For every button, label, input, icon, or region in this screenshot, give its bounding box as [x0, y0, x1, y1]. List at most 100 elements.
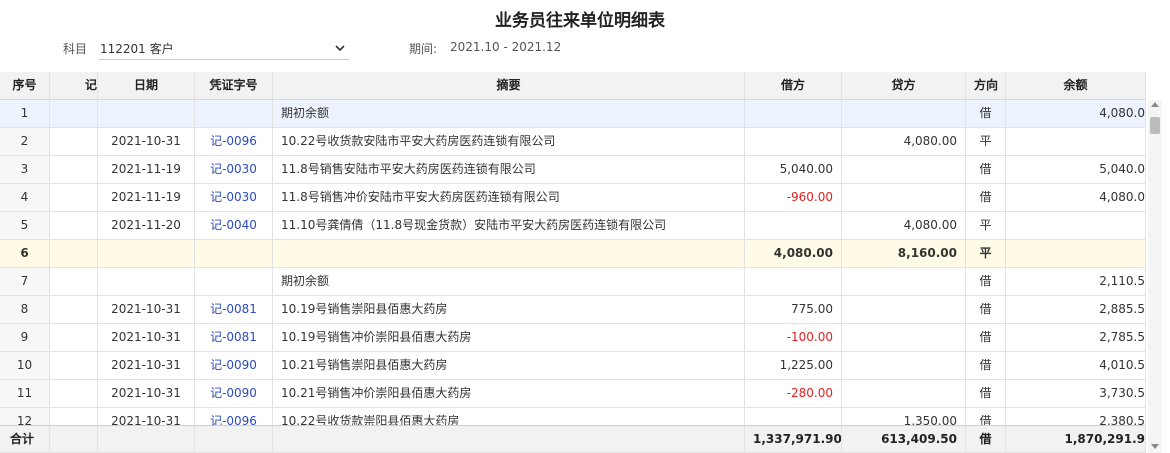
vertical-scrollbar[interactable]	[1148, 100, 1162, 453]
row-credit	[842, 324, 966, 352]
table-row[interactable]: 8 2021-10-31 记-0081 10.19号销售崇阳县佰惠大药房 775.00 借…	[0, 296, 1146, 324]
scroll-thumb[interactable]	[1150, 117, 1160, 134]
subject-label: 科目	[63, 42, 88, 56]
row-hidden	[50, 324, 98, 352]
row-balance	[1006, 240, 1146, 268]
row-voucher[interactable]: 记-0096	[195, 408, 273, 425]
chevron-down-icon	[335, 45, 345, 52]
row-voucher[interactable]: 记-0030	[195, 184, 273, 212]
row-balance: 3,730.5	[1006, 380, 1146, 408]
scroll-down-arrow-icon[interactable]	[1151, 444, 1159, 449]
row-voucher	[195, 240, 273, 268]
table-row[interactable]: 12 2021-10-31 记-0096 10.22号收货款崇阳县佰惠大药房 1,350…	[0, 408, 1146, 425]
row-debit: -100.00	[745, 324, 842, 352]
row-voucher[interactable]: 记-0081	[195, 296, 273, 324]
row-hidden	[50, 268, 98, 296]
table-row[interactable]: 9 2021-10-31 记-0081 10.19号销售冲价崇阳县佰惠大药房 -100.…	[0, 324, 1146, 352]
col-header-hidden[interactable]: 记	[50, 72, 98, 100]
row-voucher[interactable]: 记-0096	[195, 128, 273, 156]
row-summary: 10.22号收货款安陆市平安大药房医药连锁有限公司	[273, 128, 745, 156]
row-voucher[interactable]: 记-0090	[195, 380, 273, 408]
row-seq: 6	[0, 240, 50, 268]
row-hidden	[50, 100, 98, 128]
period-label: 期间:	[409, 42, 438, 56]
row-credit	[842, 184, 966, 212]
row-date: 2021-10-31	[98, 296, 195, 324]
row-voucher[interactable]: 记-0040	[195, 212, 273, 240]
row-credit	[842, 296, 966, 324]
table-row[interactable]: 4 2021-11-19 记-0030 11.8号销售冲价安陆市平安大药房医药连锁有限…	[0, 184, 1146, 212]
row-credit	[842, 352, 966, 380]
row-hidden	[50, 128, 98, 156]
row-credit	[842, 156, 966, 184]
row-hidden	[50, 212, 98, 240]
row-seq: 5	[0, 212, 50, 240]
row-date: 2021-11-19	[98, 156, 195, 184]
row-direction: 借	[966, 408, 1006, 425]
row-seq: 2	[0, 128, 50, 156]
row-seq: 10	[0, 352, 50, 380]
row-balance: 4,080.0	[1006, 100, 1146, 128]
col-header-balance[interactable]: 余额	[1006, 72, 1146, 100]
row-summary: 10.21号销售崇阳县佰惠大药房	[273, 352, 745, 380]
footer-label: 合计	[0, 425, 50, 453]
row-summary: 10.19号销售崇阳县佰惠大药房	[273, 296, 745, 324]
row-seq: 11	[0, 380, 50, 408]
row-hidden	[50, 156, 98, 184]
row-balance: 2,785.5	[1006, 324, 1146, 352]
row-voucher[interactable]: 记-0030	[195, 156, 273, 184]
col-header-direction[interactable]: 方向	[966, 72, 1006, 100]
row-debit	[745, 100, 842, 128]
table-row[interactable]: 11 2021-10-31 记-0090 10.21号销售冲价崇阳县佰惠大药房 -280…	[0, 380, 1146, 408]
period-value: 2021.10 - 2021.12	[450, 40, 562, 54]
table-row[interactable]: 6 4,080.00 8,160.00 平	[0, 240, 1146, 268]
row-direction: 借	[966, 324, 1006, 352]
row-seq: 1	[0, 100, 50, 128]
row-debit: 1,225.00	[745, 352, 842, 380]
col-header-voucher[interactable]: 凭证字号	[195, 72, 273, 100]
scroll-up-arrow-icon[interactable]	[1151, 102, 1159, 107]
row-balance: 4,010.5	[1006, 352, 1146, 380]
footer-direction: 借	[966, 425, 1006, 453]
row-date: 2021-10-31	[98, 352, 195, 380]
row-balance: 5,040.0	[1006, 156, 1146, 184]
row-summary: 10.21号销售冲价崇阳县佰惠大药房	[273, 380, 745, 408]
col-header-summary[interactable]: 摘要	[273, 72, 745, 100]
table-row[interactable]: 5 2021-11-20 记-0040 11.10号龚倩倩（11.8号现金货款）安陆市…	[0, 212, 1146, 240]
col-header-seq[interactable]: 序号	[0, 72, 50, 100]
row-date	[98, 268, 195, 296]
row-direction: 借	[966, 352, 1006, 380]
footer-credit: 613,409.50	[842, 425, 966, 453]
row-seq: 3	[0, 156, 50, 184]
row-credit: 1,350.00	[842, 408, 966, 425]
row-credit	[842, 268, 966, 296]
table-row[interactable]: 2 2021-10-31 记-0096 10.22号收货款安陆市平安大药房医药连锁有限…	[0, 128, 1146, 156]
subject-select-value: 112201 客户	[100, 42, 174, 56]
row-debit	[745, 128, 842, 156]
row-voucher[interactable]: 记-0090	[195, 352, 273, 380]
row-credit: 8,160.00	[842, 240, 966, 268]
table-header: 序号 记 日期 凭证字号 摘要 借方 贷方 方向 余额	[0, 72, 1146, 100]
col-header-debit[interactable]: 借方	[745, 72, 842, 100]
col-header-credit[interactable]: 贷方	[842, 72, 966, 100]
table-row[interactable]: 10 2021-10-31 记-0090 10.21号销售崇阳县佰惠大药房 1,225.…	[0, 352, 1146, 380]
row-summary: 10.19号销售冲价崇阳县佰惠大药房	[273, 324, 745, 352]
row-hidden	[50, 380, 98, 408]
row-date	[98, 240, 195, 268]
row-direction: 平	[966, 212, 1006, 240]
table-row[interactable]: 7 期初余额 借 2,110.5	[0, 268, 1146, 296]
row-voucher[interactable]: 记-0081	[195, 324, 273, 352]
row-seq: 7	[0, 268, 50, 296]
col-header-date[interactable]: 日期	[98, 72, 195, 100]
row-date: 2021-10-31	[98, 408, 195, 425]
subject-select[interactable]: 112201 客户	[99, 36, 349, 60]
row-credit: 4,080.00	[842, 212, 966, 240]
row-debit: 4,080.00	[745, 240, 842, 268]
table-row[interactable]: 1 期初余额 借 4,080.0	[0, 100, 1146, 128]
row-direction: 借	[966, 268, 1006, 296]
table-row[interactable]: 3 2021-11-19 记-0030 11.8号销售安陆市平安大药房医药连锁有限公司…	[0, 156, 1146, 184]
row-debit: -960.00	[745, 184, 842, 212]
row-summary	[273, 240, 745, 268]
row-direction: 借	[966, 100, 1006, 128]
row-debit	[745, 268, 842, 296]
